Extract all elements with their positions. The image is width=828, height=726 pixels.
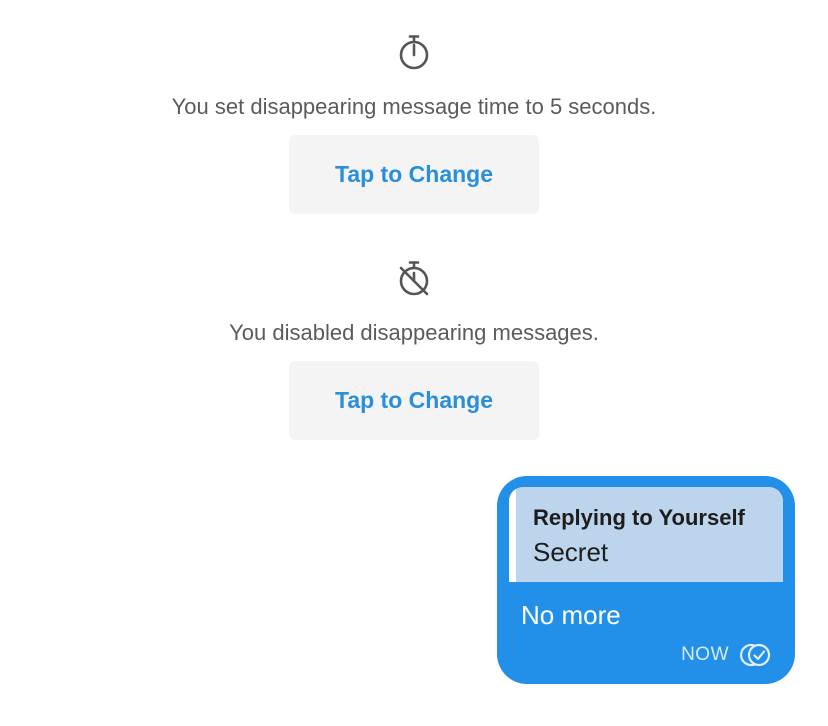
quote-author: Replying to Yourself: [533, 505, 745, 530]
tap-to-change-button[interactable]: Tap to Change: [289, 361, 539, 440]
timer-event-text: You disabled disappearing messages.: [229, 320, 599, 345]
message-meta: NOW: [681, 642, 771, 668]
outgoing-message-bubble[interactable]: Replying to Yourself Secret No more NOW: [497, 476, 795, 684]
read-receipt-icon: [735, 642, 771, 668]
quote-bar: [509, 487, 516, 582]
tap-to-change-button[interactable]: Tap to Change: [289, 135, 539, 214]
timer-event-text: You set disappearing message time to 5 s…: [171, 94, 657, 119]
quoted-reply[interactable]: Replying to Yourself Secret: [509, 487, 783, 582]
stopwatch-icon: [397, 34, 431, 70]
message-text: No more: [521, 600, 621, 630]
stopwatch-off-icon: [397, 260, 431, 296]
message-time: NOW: [681, 644, 729, 665]
quote-text: Secret: [533, 537, 609, 567]
